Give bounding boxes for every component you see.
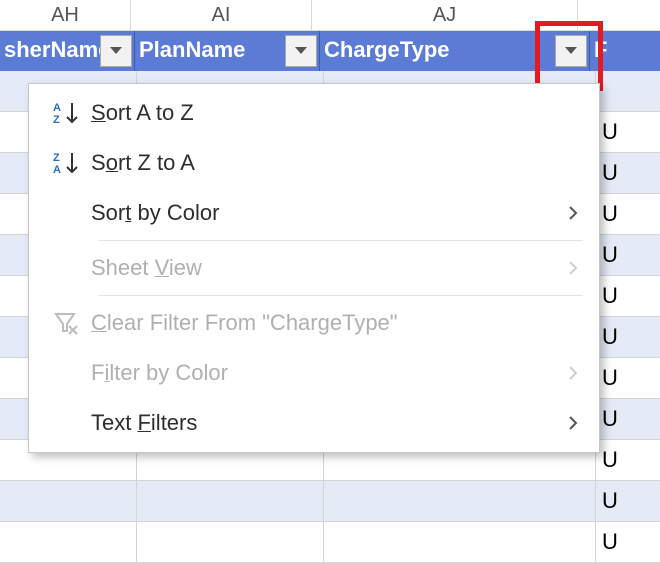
filter-by-color-item: Filter by Color — [31, 348, 597, 398]
clear-filter-icon — [41, 311, 91, 335]
header-cell-chargetype[interactable]: ChargeType — [320, 31, 590, 71]
col-heading-AJ[interactable]: AJ — [312, 0, 578, 30]
menu-label: Text Filters — [91, 410, 563, 436]
menu-label: Sort Z to A — [91, 150, 583, 176]
cell[interactable]: U — [596, 358, 660, 398]
table-header-row: sherName PlanName ChargeType F — [0, 31, 660, 71]
filter-dropdown-button[interactable] — [555, 35, 587, 67]
filter-dropdown-button[interactable] — [100, 35, 132, 67]
col-heading-AI[interactable]: AI — [131, 0, 312, 30]
col-heading-next[interactable] — [578, 0, 660, 30]
svg-text:A: A — [53, 102, 61, 114]
menu-label: Filter by Color — [91, 360, 563, 386]
chevron-down-icon — [110, 47, 122, 55]
cell[interactable]: U — [596, 481, 660, 521]
chevron-right-icon — [563, 365, 583, 381]
sort-za-icon: Z A — [41, 150, 91, 176]
cell[interactable] — [0, 481, 137, 521]
menu-label: Clear Filter From "ChargeType" — [91, 310, 583, 336]
header-label: F — [594, 31, 607, 69]
column-letter-row: AH AI AJ — [0, 0, 660, 31]
cell[interactable] — [137, 481, 324, 521]
chevron-right-icon — [563, 205, 583, 221]
cell[interactable]: U — [596, 153, 660, 193]
cell[interactable]: U — [596, 399, 660, 439]
header-cell-next[interactable]: F — [590, 31, 660, 71]
svg-text:A: A — [53, 164, 61, 176]
cell[interactable]: U — [596, 235, 660, 275]
header-cell-shername[interactable]: sherName — [0, 31, 135, 71]
col-heading-AH[interactable]: AH — [0, 0, 131, 30]
text-filters-item[interactable]: Text Filters — [31, 398, 597, 448]
cell[interactable]: U — [596, 194, 660, 234]
menu-separator — [99, 240, 583, 241]
chevron-down-icon — [565, 47, 577, 55]
menu-label: Sort by Color — [91, 200, 563, 226]
cell[interactable]: U — [596, 440, 660, 480]
cell[interactable]: U — [596, 522, 660, 562]
menu-label: Sort A to Z — [91, 100, 583, 126]
table-row: U — [0, 481, 660, 522]
sort-by-color-item[interactable]: Sort by Color — [31, 188, 597, 238]
filter-context-menu: A Z Sort A to Z Z A Sort Z to A Sort by … — [28, 83, 600, 453]
header-cell-planname[interactable]: PlanName — [135, 31, 320, 71]
chevron-right-icon — [563, 415, 583, 431]
menu-label: Sheet View — [91, 255, 563, 281]
cell[interactable] — [596, 71, 660, 111]
cell[interactable] — [324, 522, 596, 562]
header-label: ChargeType — [324, 31, 450, 69]
chevron-down-icon — [295, 47, 307, 55]
table-row: U — [0, 522, 660, 563]
chevron-right-icon — [563, 260, 583, 276]
sheet-view-item: Sheet View — [31, 243, 597, 293]
header-label: sherName — [4, 31, 110, 69]
header-label: PlanName — [139, 31, 245, 69]
svg-text:Z: Z — [53, 152, 60, 164]
sort-za-item[interactable]: Z A Sort Z to A — [31, 138, 597, 188]
cell[interactable] — [0, 522, 137, 562]
clear-filter-item: Clear Filter From "ChargeType" — [31, 298, 597, 348]
filter-dropdown-button[interactable] — [285, 35, 317, 67]
sort-az-item[interactable]: A Z Sort A to Z — [31, 88, 597, 138]
cell[interactable]: U — [596, 276, 660, 316]
cell[interactable] — [137, 522, 324, 562]
cell[interactable]: U — [596, 317, 660, 357]
cell[interactable]: U — [596, 112, 660, 152]
sort-az-icon: A Z — [41, 100, 91, 126]
menu-separator — [99, 295, 583, 296]
cell[interactable] — [324, 481, 596, 521]
svg-text:Z: Z — [53, 114, 60, 126]
